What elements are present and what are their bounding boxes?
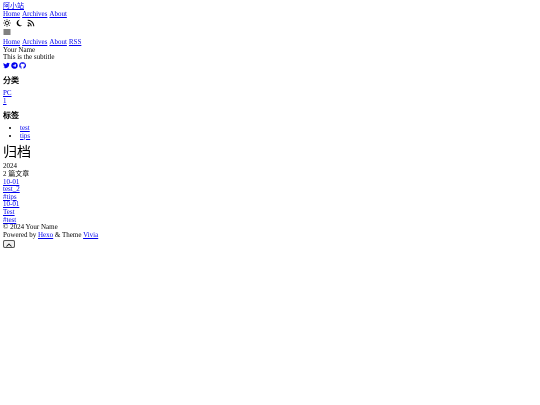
tag-list-item: test [20,124,540,133]
post-date: 10-01 [3,201,540,209]
menu-toggle[interactable] [3,27,540,36]
telegram-icon[interactable] [11,62,18,70]
page: 阿小站 Home Archives About Home Archives About R… [0,0,540,250]
category-link-1[interactable]: 1 [3,97,7,105]
site-title-link[interactable]: 阿小站 [3,2,24,10]
back-to-top-button[interactable] [3,240,15,249]
category-item: PC [3,89,540,98]
hexo-link[interactable]: Hexo [38,231,53,239]
hamburger-icon [3,28,11,36]
post-date: 10-01 [3,178,540,187]
tags-heading: 标签 [3,111,19,121]
site-title-row: 阿小站 [3,2,540,11]
archive-year: 2024 [3,162,17,171]
archive-title: 归档 [3,144,31,161]
nav-archives[interactable]: Archives [22,10,47,18]
theme-link[interactable]: Vivia [83,231,98,239]
mobile-nav-home[interactable]: Home [3,38,20,46]
tag-list: test tips [3,124,540,141]
mobile-nav-about[interactable]: About [49,38,67,46]
tag-list-item: tips [20,132,540,141]
post-tag: #test [3,216,540,225]
mobile-nav-archives[interactable]: Archives [22,38,47,46]
archive-count: 2 篇文章 [3,169,30,178]
twitter-icon[interactable] [3,62,10,69]
category-item: 1 [3,97,540,106]
categories-heading: 分类 [3,75,19,85]
top-nav: Home Archives About [3,10,540,19]
sun-icon[interactable] [3,18,11,27]
post-title: test_2 [3,185,540,194]
rss-icon[interactable] [27,19,35,27]
post-tag: #tips [3,193,540,202]
chevron-up-icon [6,242,12,248]
mobile-nav-rss[interactable]: RSS [69,38,81,46]
profile-name: Your Name [3,45,36,54]
tag-link-tips[interactable]: tips [20,132,30,140]
profile-subtitle: This is the subtitle [3,53,55,62]
nav-home[interactable]: Home [3,10,20,18]
github-icon[interactable] [19,62,26,70]
theme-toolbar [3,18,540,27]
moon-icon[interactable] [15,19,23,27]
nav-about[interactable]: About [49,10,67,18]
post-title: Test [3,208,540,217]
footer-powered: Powered by Hexo & Theme Vivia [3,230,540,240]
powered-prefix: Powered by [3,230,37,239]
social-links [3,62,540,70]
theme-mid: & Theme [54,230,82,239]
mobile-nav: Home Archives About RSS [3,38,540,47]
